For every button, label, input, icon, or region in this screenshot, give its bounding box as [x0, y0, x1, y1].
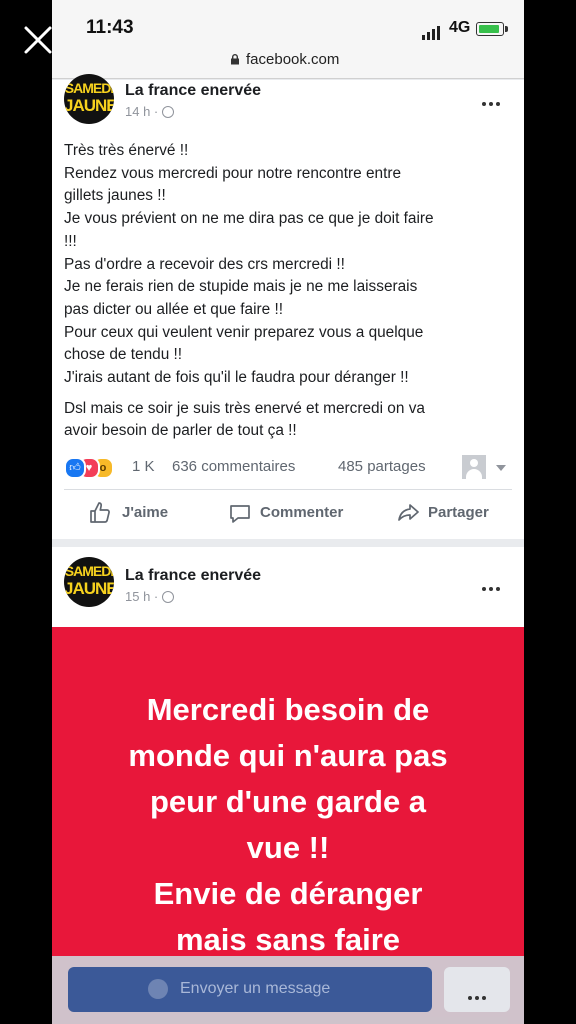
share-button[interactable]: Partager [396, 501, 506, 525]
more-icon [468, 987, 489, 1005]
post-text-line: Dsl mais ce soir je suis très enervé et … [64, 399, 425, 417]
share-icon [398, 504, 419, 521]
globe-icon [162, 106, 175, 118]
url-bar[interactable]: facebook.com [52, 44, 524, 79]
send-message-label: Envoyer un message [180, 980, 331, 997]
post-card: SAMEDI JAUNE La france enervée 15 h · Me… [52, 547, 524, 1024]
share-label: Partager [428, 504, 489, 521]
network-label: 4G [449, 19, 471, 36]
post-time[interactable]: 14 h · [125, 104, 158, 119]
post-meta: 14 h · [125, 104, 175, 119]
globe-icon [162, 591, 175, 603]
status-time: 11:43 [86, 17, 134, 38]
post-card: SAMEDI JAUNE La france enervée 14 h · Tr… [52, 74, 524, 539]
comments-count[interactable]: 636 commentaires [172, 458, 295, 475]
post-text: Très très énervé !! Rendez vous mercredi… [64, 140, 516, 443]
messenger-icon [148, 979, 168, 999]
post-text-line: pas dicter ou allée et que faire !! [64, 300, 284, 318]
banner-line: Envie de déranger [153, 876, 423, 911]
shares-count[interactable]: 485 partages [338, 458, 426, 475]
battery-icon [476, 22, 508, 36]
post-text-line: J'irais autant de fois qu'il le faudra p… [64, 369, 409, 387]
like-reaction-icon: 👍︎ [64, 457, 86, 479]
banner-text: Mercredi besoin de monde qui n'aura pas … [52, 687, 524, 963]
avatar-text-2: JAUNE [64, 579, 114, 598]
viewer-avatar[interactable] [462, 455, 486, 479]
post-text-line: Je vous prévient on ne me dira pas ce qu… [64, 210, 434, 228]
avatar-text-1: SAMEDI [64, 80, 114, 96]
thumbs-up-icon [90, 502, 110, 523]
banner-line: monde qui n'aura pas [128, 738, 448, 773]
reactions-bar: 👍︎ ♥ o 1 K 636 commentaires 485 partages [64, 455, 514, 479]
close-icon[interactable] [20, 22, 56, 58]
divider [64, 489, 512, 490]
lock-icon [231, 54, 239, 65]
phone-screen: 11:43 4G facebook.com SAMEDI JAUNE La fr… [52, 0, 524, 1024]
post-text-line: Rendez vous mercredi pour notre rencontr… [64, 164, 402, 182]
comment-label: Commenter [260, 504, 344, 521]
banner-line: Mercredi besoin de [146, 692, 430, 727]
post-meta: 15 h · [125, 589, 175, 604]
avatar-text-2: JAUNE [64, 96, 114, 115]
like-label: J'aime [122, 504, 169, 521]
post-text-line: Très très énervé !! [64, 142, 189, 159]
more-options-icon[interactable] [482, 578, 504, 591]
send-message-button[interactable]: Envoyer un message [68, 967, 432, 1012]
avatar-text-1: SAMEDI [64, 563, 114, 579]
banner-line: vue !! [246, 830, 330, 865]
comment-button[interactable]: Commenter [228, 501, 358, 525]
message-bar: Envoyer un message [52, 956, 524, 1024]
url-text: facebook.com [246, 51, 340, 68]
post-text-line: gillets jaunes !! [64, 187, 166, 205]
reactions-count[interactable]: 1 K [132, 458, 155, 475]
post-text-line: !!! [64, 232, 77, 250]
post-text-line: Pas d'ordre a recevoir des crs mercredi … [64, 255, 345, 273]
avatar[interactable]: SAMEDI JAUNE [64, 557, 114, 607]
page-name[interactable]: La france enervée [125, 82, 261, 100]
post-text-line: avoir besoin de parler de tout ça !! [64, 422, 297, 440]
avatar[interactable]: SAMEDI JAUNE [64, 74, 114, 124]
page-name[interactable]: La france enervée [125, 567, 261, 585]
post-text-line: Je ne ferais rien de stupide mais je ne … [64, 278, 418, 296]
status-bar: 11:43 4G [52, 0, 524, 44]
post-time[interactable]: 15 h · [125, 589, 158, 604]
caret-down-icon[interactable] [496, 465, 506, 471]
post-text-line: Pour ceux qui veulent venir preparez vou… [64, 323, 424, 341]
banner-line: peur d'une garde a [149, 784, 427, 819]
like-button[interactable]: J'aime [88, 501, 178, 525]
post-text-line: chose de tendu !! [64, 346, 183, 364]
more-button[interactable] [444, 967, 510, 1012]
signal-icon [422, 22, 442, 40]
more-options-icon[interactable] [482, 93, 504, 106]
comment-icon [230, 505, 250, 523]
